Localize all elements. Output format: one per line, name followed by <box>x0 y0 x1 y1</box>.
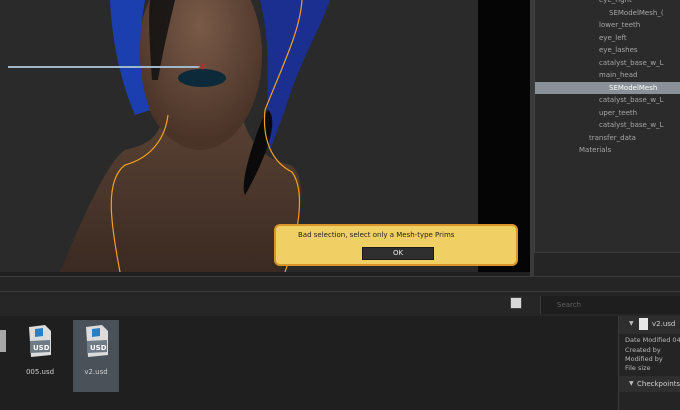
stage-tree-item[interactable]: catalyst_base_w_L <box>535 94 680 107</box>
stage-tree-item[interactable]: main_head <box>535 69 680 82</box>
stage-tree-item[interactable]: lower_teeth <box>535 19 680 32</box>
stage-tree-label: catalyst_base_w_L <box>599 58 664 67</box>
stage-tree-label: transfer_data <box>589 133 636 142</box>
modified-by: Modified by <box>625 355 663 363</box>
stage-panel-footer <box>534 252 680 277</box>
dialog-message: Bad selection, select only a Mesh-type P… <box>298 231 455 239</box>
stage-tree-label: Materials <box>579 146 612 154</box>
stage-tree-label: SEModelMesh_( <box>609 8 664 17</box>
stage-tree-label: eye_left <box>599 33 627 42</box>
usd-file-icon[interactable]: USD <box>84 323 110 359</box>
chevron-down-icon[interactable]: ▼ <box>629 320 634 327</box>
file-props-name: v2.usd <box>652 320 676 328</box>
stage-tree-label: eye_right <box>599 0 632 4</box>
created-by: Created by <box>625 346 661 354</box>
stage-tree-item[interactable]: SEModelMesh <box>535 81 680 94</box>
stage-tree-item[interactable]: catalyst_base_w_L <box>535 119 680 132</box>
file-name: v2.usd <box>84 368 108 376</box>
stage-tree-label: catalyst_base_w_L <box>599 121 664 129</box>
stage-tree-item[interactable]: eye_lashes <box>535 44 680 57</box>
checkpoints-header[interactable]: ▼ Checkpoints <box>619 376 680 392</box>
filter-icon[interactable] <box>510 297 522 309</box>
stage-tree-item[interactable]: Materials <box>535 144 680 157</box>
stage-tree-label: catalyst_base_w_L <box>599 96 664 104</box>
file-props-header[interactable]: ▼ v2.usd <box>619 316 680 334</box>
dock-splitter[interactable] <box>0 276 680 292</box>
ok-button[interactable]: OK <box>362 247 434 260</box>
stage-tree-label: uper_teeth <box>599 108 638 117</box>
svg-text:USD: USD <box>90 344 107 352</box>
file-name: 005.usd <box>25 368 55 376</box>
stage-tree-item[interactable]: transfer_data <box>535 132 680 145</box>
file-icon <box>639 318 648 330</box>
search-input[interactable]: Search <box>540 296 680 314</box>
stage-tree-item[interactable]: catalyst_base_w_L <box>535 57 680 70</box>
svg-text:USD: USD <box>33 344 50 352</box>
stage-tree-label: eye_lashes <box>599 46 638 54</box>
file-properties: ▼ v2.usd Date Modified 04 Created by Mod… <box>618 316 680 410</box>
date-modified: Date Modified 04 <box>625 336 680 344</box>
character-lips <box>178 69 226 87</box>
partial-thumbnail[interactable] <box>0 330 6 352</box>
checkpoints-label: Checkpoints <box>637 380 680 388</box>
gizmo-label: Lp <box>198 62 207 70</box>
stage-tree-item[interactable]: uper_teeth <box>535 107 680 120</box>
error-dialog: Bad selection, select only a Mesh-type P… <box>274 224 518 266</box>
chevron-down-icon[interactable]: ▼ <box>629 380 634 387</box>
file-size: File size <box>625 364 651 372</box>
stage-panel: eye_right SEModelMesh_( lower_teeth eye_lef… <box>534 0 680 276</box>
stage-tree-label: SEModelMesh <box>609 83 658 92</box>
stage-tree-label: main_head <box>599 71 638 79</box>
stage-tree-label: lower_teeth <box>599 21 641 29</box>
usd-file-icon[interactable]: USD <box>27 323 53 359</box>
stage-tree-item[interactable]: SEModelMesh_( <box>535 7 680 20</box>
stage-tree-item[interactable]: eye_left <box>535 32 680 45</box>
